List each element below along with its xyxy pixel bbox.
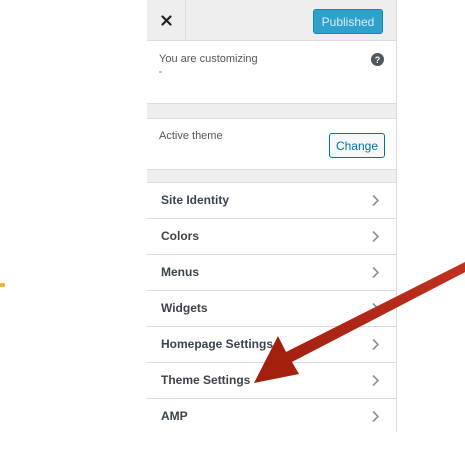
- site-title-mark: [159, 71, 162, 73]
- menu-item-theme-settings[interactable]: Theme Settings: [147, 363, 396, 399]
- menu-item-label: Colors: [161, 229, 200, 243]
- menu-item-homepage-settings[interactable]: Homepage Settings: [147, 327, 396, 363]
- screenshot-stage: Published You are customizing ? Active t…: [0, 0, 465, 449]
- chevron-right-icon: [372, 266, 380, 279]
- menu-item-menus[interactable]: Menus: [147, 255, 396, 291]
- chevron-right-icon: [372, 374, 380, 387]
- menu-item-label: Widgets: [161, 301, 208, 315]
- menu-item-widgets[interactable]: Widgets: [147, 291, 396, 327]
- section-divider: [147, 104, 396, 118]
- chevron-right-icon: [372, 338, 380, 351]
- menu-item-site-identity[interactable]: Site Identity: [147, 183, 396, 219]
- menu-item-label: Theme Settings: [161, 373, 251, 387]
- section-divider: [147, 170, 396, 182]
- customizer-panel: Published You are customizing ? Active t…: [147, 0, 397, 432]
- help-icon[interactable]: ?: [371, 53, 384, 66]
- chevron-right-icon: [372, 194, 380, 207]
- menu-item-colors[interactable]: Colors: [147, 219, 396, 255]
- change-theme-button[interactable]: Change: [329, 133, 385, 158]
- menu-item-amp[interactable]: AMP: [147, 399, 396, 432]
- customizer-header: Published: [147, 0, 396, 41]
- customizing-text: You are customizing: [159, 53, 258, 65]
- customizer-menu: Site Identity Colors Menus Widgets Homep…: [147, 182, 396, 432]
- active-theme-label: Active theme: [159, 130, 223, 142]
- chevron-right-icon: [372, 302, 380, 315]
- chevron-right-icon: [372, 410, 380, 423]
- publish-button[interactable]: Published: [313, 9, 383, 34]
- customizing-info: You are customizing ?: [147, 41, 396, 104]
- close-icon: [160, 14, 172, 26]
- menu-item-label: Menus: [161, 265, 200, 279]
- menu-item-label: Homepage Settings: [161, 337, 274, 351]
- active-theme-section: Active theme Change: [147, 118, 396, 170]
- orange-mark: [0, 283, 5, 287]
- close-button[interactable]: [147, 0, 186, 40]
- menu-item-label: AMP: [161, 409, 188, 423]
- chevron-right-icon: [372, 230, 380, 243]
- menu-item-label: Site Identity: [161, 193, 230, 207]
